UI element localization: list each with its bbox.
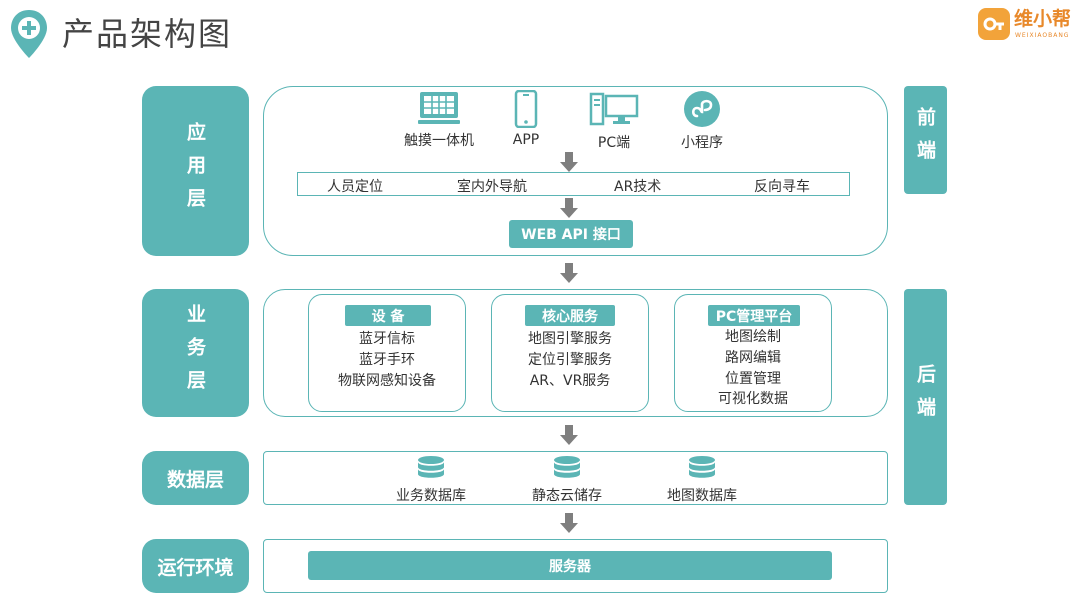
feature-item: 室内外导航: [457, 179, 527, 195]
business-item: 路网编辑: [725, 350, 781, 366]
data-store-label: 静态云储存: [532, 488, 602, 504]
location-pin-icon: [11, 10, 47, 58]
brand-logo: 维小帮 WEIXIAOBANG: [978, 6, 1078, 42]
client-app: APP: [476, 90, 576, 148]
web-api-label: WEB API 接口: [509, 220, 633, 248]
database-icon: [418, 456, 444, 478]
business-item: 蓝牙信标: [359, 331, 415, 347]
business-item: 物联网感知设备: [338, 373, 436, 389]
layer-label-application: 应用层: [142, 86, 249, 256]
client-mini-program: 小程序: [652, 90, 752, 152]
business-group-devices: 设 备 蓝牙信标 蓝牙手环 物联网感知设备: [308, 294, 466, 412]
business-item: 可视化数据: [718, 391, 788, 407]
down-arrow-icon: [560, 513, 578, 533]
client-label: APP: [512, 132, 540, 148]
page-title: 产品架构图: [62, 15, 233, 53]
brand-name: 维小帮: [1014, 8, 1072, 30]
data-store-label: 业务数据库: [396, 488, 466, 504]
data-store: 地图数据库: [652, 455, 752, 505]
layer-label-data: 数据层: [142, 451, 249, 505]
side-label-backend: 后端: [904, 289, 947, 505]
data-store: 静态云储存: [517, 455, 617, 505]
business-item: 地图绘制: [725, 329, 781, 345]
down-arrow-icon: [560, 152, 578, 172]
database-icon: [689, 456, 715, 478]
client-label: 触摸一体机: [404, 133, 474, 149]
business-group-title: 核心服务: [525, 305, 615, 326]
brand-subtitle: WEIXIAOBANG: [1015, 32, 1070, 39]
feature-item: AR技术: [614, 179, 662, 195]
data-store-label: 地图数据库: [667, 488, 737, 504]
business-group-pc-platform: PC管理平台 地图绘制 路网编辑 位置管理 可视化数据: [674, 294, 832, 412]
business-item: 位置管理: [725, 371, 781, 387]
feature-bar: 人员定位 室内外导航 AR技术 反向寻车: [297, 172, 850, 196]
client-kiosk: 触摸一体机: [389, 90, 489, 150]
business-group-title: PC管理平台: [708, 305, 800, 326]
data-store: 业务数据库: [381, 455, 481, 505]
brand-badge-icon: [978, 8, 1010, 40]
kiosk-icon: [418, 92, 460, 124]
feature-item: 反向寻车: [754, 179, 810, 195]
layer-label-business: 业务层: [142, 289, 249, 417]
down-arrow-icon: [560, 263, 578, 283]
business-item: 定位引擎服务: [528, 352, 612, 368]
business-group-core-services: 核心服务 地图引擎服务 定位引擎服务 AR、VR服务: [491, 294, 649, 412]
database-icon: [554, 456, 580, 478]
phone-icon: [514, 90, 538, 128]
business-item: 蓝牙手环: [359, 352, 415, 368]
down-arrow-icon: [560, 425, 578, 445]
business-item: 地图引擎服务: [528, 331, 612, 347]
client-label: 小程序: [681, 135, 723, 151]
client-label: PC端: [597, 135, 631, 151]
mini-program-icon: [684, 91, 720, 127]
down-arrow-icon: [560, 198, 578, 218]
server-label: 服务器: [308, 551, 832, 580]
business-group-title: 设 备: [345, 305, 431, 326]
feature-item: 人员定位: [327, 179, 383, 195]
pc-icon: [589, 92, 639, 126]
client-pc: PC端: [564, 90, 664, 152]
business-item: AR、VR服务: [529, 373, 611, 389]
layer-label-runtime: 运行环境: [142, 539, 249, 593]
side-label-frontend: 前端: [904, 86, 947, 194]
